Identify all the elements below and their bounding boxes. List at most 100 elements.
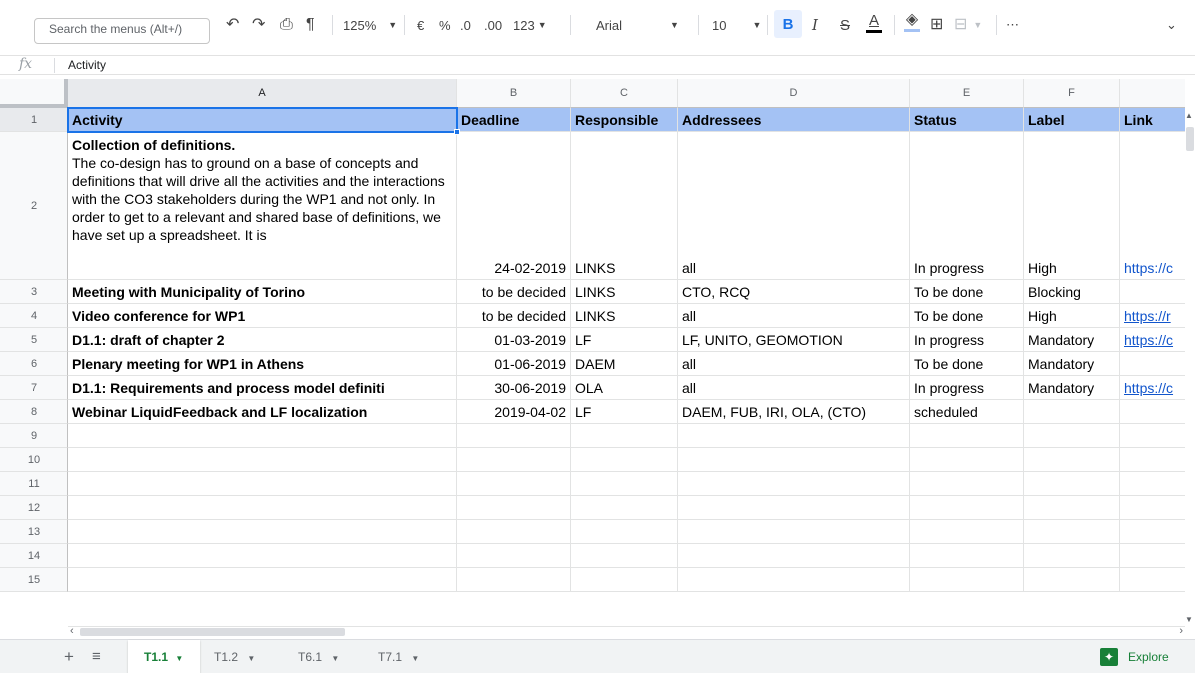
empty-cell[interactable] bbox=[68, 448, 457, 472]
column-header-c[interactable]: C bbox=[571, 79, 678, 108]
cell-deadline[interactable]: 24-02-2019 bbox=[457, 132, 571, 280]
cell-deadline[interactable]: 30-06-2019 bbox=[457, 376, 571, 400]
column-header-d[interactable]: D bbox=[678, 79, 910, 108]
more-options-button[interactable]: ⋯ bbox=[1006, 14, 1019, 36]
empty-cell[interactable] bbox=[1120, 496, 1185, 520]
empty-cell[interactable] bbox=[457, 448, 571, 472]
tab-t1-1[interactable]: T1.1 ▼ bbox=[128, 640, 200, 673]
cell-activity[interactable]: Collection of definitions. The co-design… bbox=[68, 132, 457, 280]
column-header-e[interactable]: E bbox=[910, 79, 1024, 108]
undo-button[interactable]: ↶ bbox=[226, 14, 239, 36]
cell-activity[interactable]: Webinar LiquidFeedback and LF localizati… bbox=[68, 400, 457, 424]
cell-link-header[interactable]: Link bbox=[1120, 108, 1185, 132]
cell-label-header[interactable]: Label bbox=[1024, 108, 1120, 132]
empty-cell[interactable] bbox=[1024, 568, 1120, 592]
empty-cell[interactable] bbox=[910, 520, 1024, 544]
empty-cell[interactable] bbox=[910, 448, 1024, 472]
row-header[interactable]: 3 bbox=[0, 280, 68, 304]
cell-addressees[interactable]: all bbox=[678, 376, 910, 400]
scroll-down-icon[interactable]: ▼ bbox=[1185, 615, 1193, 624]
horizontal-scrollbar[interactable]: ‹ › bbox=[68, 625, 1185, 637]
cell-link[interactable] bbox=[1120, 280, 1185, 304]
cell-status[interactable]: In progress bbox=[910, 328, 1024, 352]
empty-cell[interactable] bbox=[457, 424, 571, 448]
empty-cell[interactable] bbox=[678, 472, 910, 496]
cell-link[interactable] bbox=[1120, 352, 1185, 376]
cell-responsible[interactable]: LINKS bbox=[571, 280, 678, 304]
cell-responsible[interactable]: LINKS bbox=[571, 304, 678, 328]
cell-deadline[interactable]: 01-03-2019 bbox=[457, 328, 571, 352]
currency-button[interactable]: € bbox=[417, 14, 424, 36]
empty-cell[interactable] bbox=[68, 520, 457, 544]
empty-cell[interactable] bbox=[571, 448, 678, 472]
tab-t6-1[interactable]: T6.1 ▼ bbox=[294, 640, 343, 673]
font-size-select[interactable]: 10 ▼ bbox=[712, 14, 761, 36]
cell-responsible[interactable]: LF bbox=[571, 400, 678, 424]
cell-responsible[interactable]: OLA bbox=[571, 376, 678, 400]
cell-activity[interactable]: Plenary meeting for WP1 in Athens bbox=[68, 352, 457, 376]
cell-label[interactable]: High bbox=[1024, 304, 1120, 328]
cell-link[interactable] bbox=[1120, 400, 1185, 424]
row-header[interactable]: 10 bbox=[0, 448, 68, 472]
empty-cell[interactable] bbox=[678, 424, 910, 448]
bold-button[interactable]: B bbox=[774, 10, 802, 38]
cell-status[interactable]: scheduled bbox=[910, 400, 1024, 424]
scroll-right-icon[interactable]: › bbox=[1179, 625, 1183, 637]
cell-label[interactable]: Blocking bbox=[1024, 280, 1120, 304]
empty-cell[interactable] bbox=[571, 544, 678, 568]
empty-cell[interactable] bbox=[571, 496, 678, 520]
empty-cell[interactable] bbox=[571, 520, 678, 544]
empty-cell[interactable] bbox=[1120, 544, 1185, 568]
add-sheet-button[interactable]: + bbox=[60, 640, 78, 673]
cell-link[interactable]: https://c bbox=[1120, 328, 1185, 352]
empty-cell[interactable] bbox=[68, 568, 457, 592]
cell-link[interactable]: https://c bbox=[1120, 376, 1185, 400]
vertical-scrollbar[interactable]: ▲ ▼ bbox=[1185, 79, 1195, 628]
row-header[interactable]: 14 bbox=[0, 544, 68, 568]
cell-deadline[interactable]: to be decided bbox=[457, 280, 571, 304]
empty-cell[interactable] bbox=[1024, 544, 1120, 568]
row-header[interactable]: 5 bbox=[0, 328, 68, 352]
cell-deadline-header[interactable]: Deadline bbox=[457, 108, 571, 132]
row-header[interactable]: 8 bbox=[0, 400, 68, 424]
column-header-a[interactable]: A bbox=[68, 79, 457, 108]
empty-cell[interactable] bbox=[1120, 520, 1185, 544]
cell-label[interactable] bbox=[1024, 400, 1120, 424]
empty-cell[interactable] bbox=[571, 424, 678, 448]
empty-cell[interactable] bbox=[1120, 568, 1185, 592]
empty-cell[interactable] bbox=[1024, 472, 1120, 496]
empty-cell[interactable] bbox=[1120, 472, 1185, 496]
cell-deadline[interactable]: 2019-04-02 bbox=[457, 400, 571, 424]
empty-cell[interactable] bbox=[68, 544, 457, 568]
cell-status[interactable]: In progress bbox=[910, 132, 1024, 280]
borders-button[interactable]: ⊞ bbox=[930, 14, 943, 36]
text-color-button[interactable]: A bbox=[866, 12, 882, 34]
tab-t7-1[interactable]: T7.1 ▼ bbox=[374, 640, 423, 673]
cell-status[interactable]: To be done bbox=[910, 304, 1024, 328]
collapse-toolbar-button[interactable]: ⌄ bbox=[1166, 14, 1177, 36]
strikethrough-button[interactable]: S bbox=[840, 14, 850, 36]
empty-cell[interactable] bbox=[678, 520, 910, 544]
empty-cell[interactable] bbox=[910, 544, 1024, 568]
cell-responsible-header[interactable]: Responsible bbox=[571, 108, 678, 132]
italic-button[interactable]: I bbox=[812, 14, 818, 36]
empty-cell[interactable] bbox=[457, 472, 571, 496]
empty-cell[interactable] bbox=[910, 472, 1024, 496]
cell-label[interactable]: Mandatory bbox=[1024, 376, 1120, 400]
empty-cell[interactable] bbox=[1024, 496, 1120, 520]
cell-status[interactable]: To be done bbox=[910, 352, 1024, 376]
cell-addressees-header[interactable]: Addressees bbox=[678, 108, 910, 132]
font-select[interactable]: Arial ▼ bbox=[596, 14, 679, 36]
zoom-select[interactable]: 125% ▼ bbox=[343, 14, 397, 36]
cell-addressees[interactable]: all bbox=[678, 132, 910, 280]
paint-format-button[interactable]: ¶ bbox=[306, 14, 315, 36]
cell-activity[interactable]: Video conference for WP1 bbox=[68, 304, 457, 328]
percent-button[interactable]: % bbox=[439, 14, 451, 36]
row-header[interactable]: 9 bbox=[0, 424, 68, 448]
cell-status[interactable]: In progress bbox=[910, 376, 1024, 400]
empty-cell[interactable] bbox=[1024, 448, 1120, 472]
row-header[interactable]: 13 bbox=[0, 520, 68, 544]
cell-deadline[interactable]: to be decided bbox=[457, 304, 571, 328]
cell-link[interactable]: https://r bbox=[1120, 304, 1185, 328]
explore-button[interactable]: ✦ Explore bbox=[1100, 647, 1169, 667]
